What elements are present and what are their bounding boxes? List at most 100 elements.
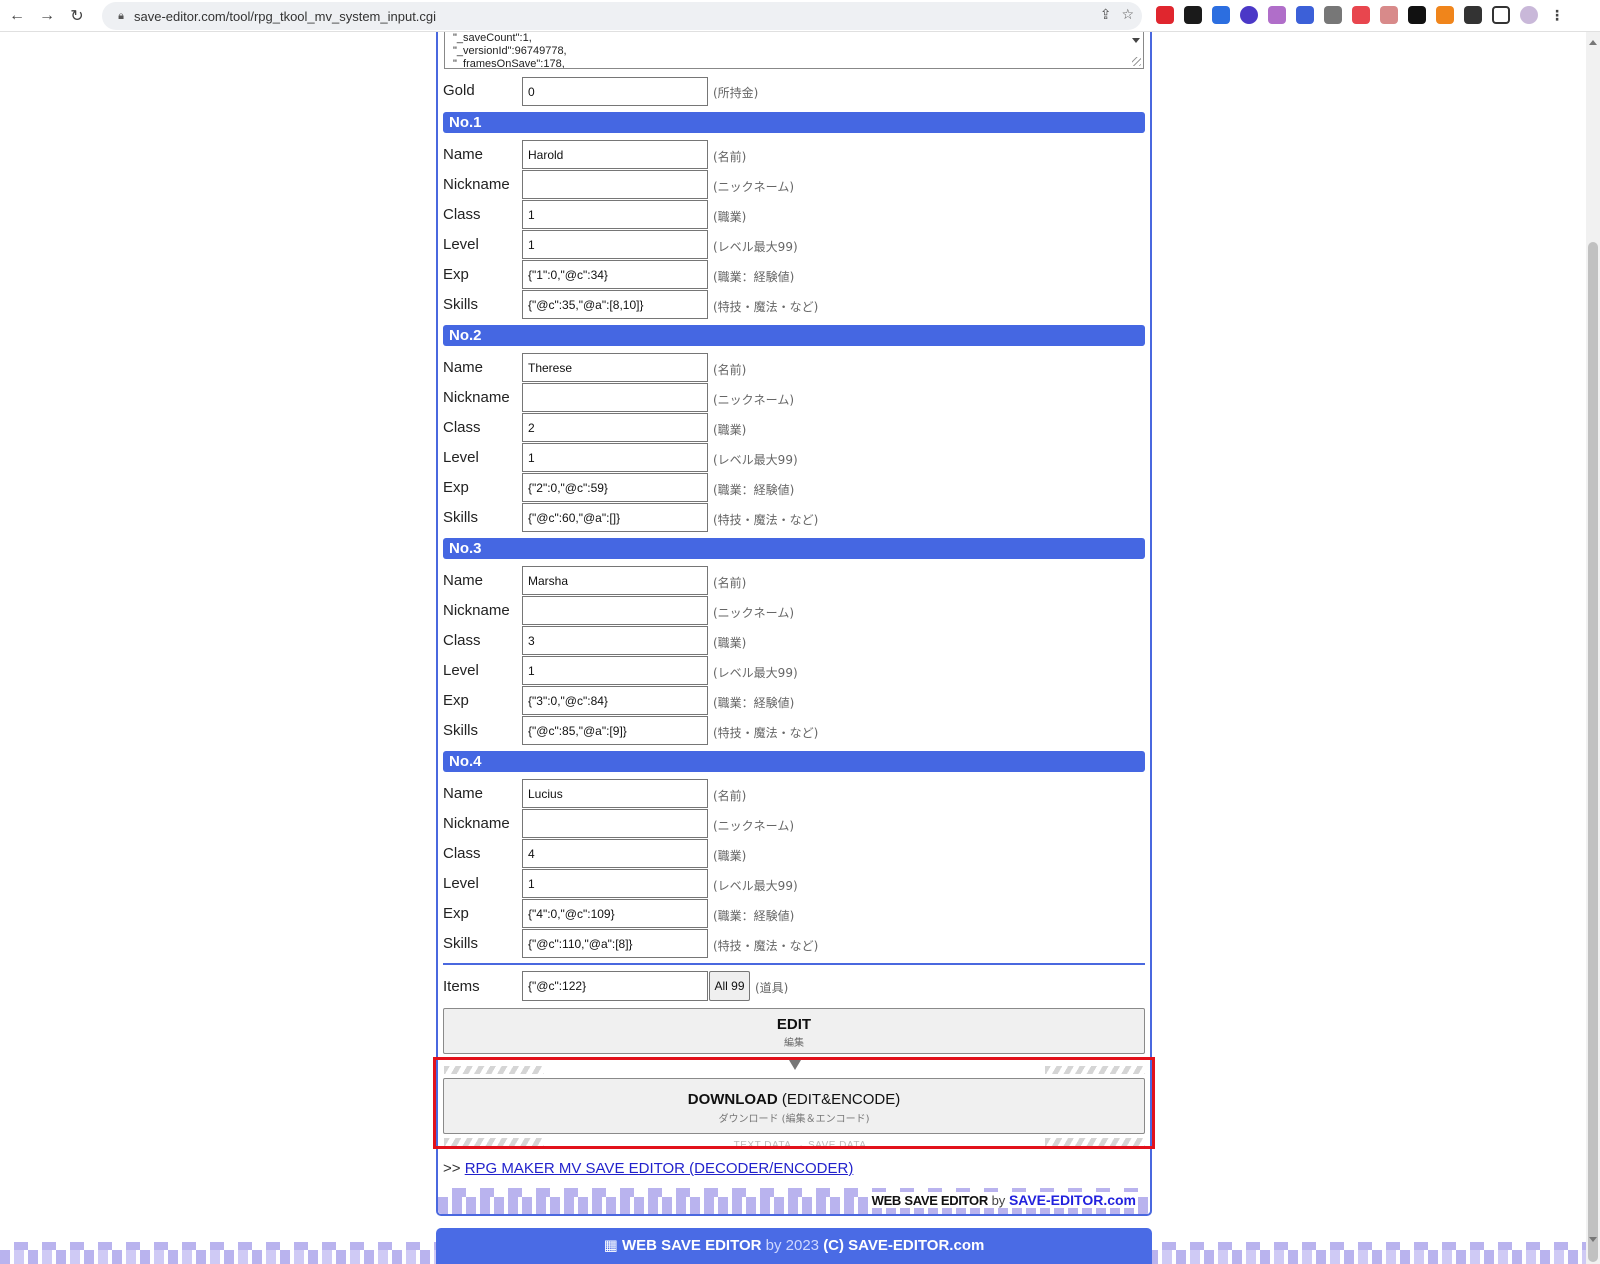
actor-level-input[interactable]: 1 [522,656,708,685]
items-note: (道具) [755,981,789,995]
reload-icon[interactable]: ↻ [64,3,90,29]
actor-nickname-input[interactable] [522,383,708,412]
actor-nickname-input[interactable] [522,809,708,838]
actor-level-input[interactable]: 1 [522,869,708,898]
actor-name-input[interactable]: Marsha [522,566,708,595]
class-note: (職業) [713,636,747,650]
bookmark-star-icon[interactable]: ☆ [1121,6,1134,23]
kebab-menu-icon[interactable]: ⋮ [1548,6,1566,24]
textarea-scroll-down-icon[interactable] [1132,38,1140,43]
actor-exp-input[interactable]: {"3":0,"@c":84} [522,686,708,715]
class-note: (職業) [713,423,747,437]
class-label: Class [443,419,481,436]
extension-icon[interactable] [1352,6,1370,24]
gold-label: Gold [443,82,475,99]
actor-class-input[interactable]: 4 [522,839,708,868]
puzzle-icon[interactable] [1464,6,1482,24]
skills-label: Skills [443,296,479,313]
name-note: (名前) [713,363,747,377]
nickname-label: Nickname [443,815,510,832]
exp-label: Exp [443,692,469,709]
bitwarden-extension-icon[interactable] [1212,6,1230,24]
scroll-down-icon[interactable] [1589,1237,1597,1242]
nickname-label: Nickname [443,389,510,406]
actor-nickname-input[interactable] [522,596,708,625]
footer-brand[interactable]: WEB SAVE EDITOR [622,1237,761,1254]
class-label: Class [443,632,481,649]
skills-note: (特技・魔法・など) [713,939,819,953]
extension-icon[interactable] [1240,6,1258,24]
skills-label: Skills [443,935,479,952]
extension-icon[interactable] [1268,6,1286,24]
site-footer: ▦ WEB SAVE EDITOR by 2023 (C) SAVE-EDITO… [436,1228,1152,1264]
skills-label: Skills [443,509,479,526]
actor-skills-input[interactable]: {"@c":85,"@a":[9]} [522,716,708,745]
edit-button[interactable]: EDIT 編集 [443,1008,1145,1054]
actor-skills-input[interactable]: {"@c":110,"@a":[8]} [522,929,708,958]
actor-nickname-input[interactable] [522,170,708,199]
actor-exp-input[interactable]: {"4":0,"@c":109} [522,899,708,928]
adblock-extension-icon[interactable] [1156,6,1174,24]
grid-icon: ▦ [603,1237,622,1254]
skills-note: (特技・魔法・など) [713,726,819,740]
actor-name-input[interactable]: Therese [522,353,708,382]
back-arrow-icon[interactable]: ← [4,3,30,29]
actor-level-input[interactable]: 1 [522,230,708,259]
panel-brand-name: WEB SAVE EDITOR [871,1193,989,1208]
resize-grip-icon[interactable] [1132,57,1141,66]
exp-label: Exp [443,905,469,922]
actor-name-input[interactable]: Lucius [522,779,708,808]
gold-input[interactable]: 0 [522,77,708,106]
scroll-up-icon[interactable] [1589,40,1597,45]
items-input[interactable]: {"@c":122} [522,971,708,1001]
all-99-button[interactable]: All 99 [709,971,750,1001]
nickname-label: Nickname [443,176,510,193]
forward-arrow-icon[interactable]: → [34,3,60,29]
extension-icon[interactable] [1184,6,1202,24]
level-label: Level [443,449,479,466]
panel-brand[interactable]: WEB SAVE EDITOR by SAVE-EDITOR.com [869,1192,1138,1208]
edit-button-label: EDIT [776,1016,812,1033]
actor-level-input[interactable]: 1 [522,443,708,472]
name-label: Name [443,146,484,163]
panel-brand-site: SAVE-EDITOR.com [1008,1192,1136,1208]
extension-icon[interactable] [1296,6,1314,24]
panel-footer: WEB SAVE EDITOR by SAVE-EDITOR.com [438,1188,1150,1214]
metamask-extension-icon[interactable] [1436,6,1454,24]
download-highlight-box [433,1057,1155,1149]
level-label: Level [443,662,479,679]
sidepanel-icon[interactable] [1492,6,1510,24]
actor-skills-input[interactable]: {"@c":60,"@a":[]} [522,503,708,532]
nickname-note: (ニックネーム) [713,180,795,194]
address-bar[interactable]: 🔒︎ save-editor.com/tool/rpg_tkool_mv_sys… [102,2,1142,30]
extension-icon[interactable] [1324,6,1342,24]
exp-note: (職業：経験値) [713,909,795,923]
name-label: Name [443,359,484,376]
actor-name-input[interactable]: Harold [522,140,708,169]
share-icon[interactable]: ⇪ [1100,6,1112,23]
name-note: (名前) [713,789,747,803]
footer-copyright[interactable]: (C) SAVE-EDITOR.com [823,1237,984,1254]
extensions-bar: ⋮ [1156,6,1566,24]
actor-exp-input[interactable]: {"2":0,"@c":59} [522,473,708,502]
level-note: (レベル最大99) [713,240,798,254]
exp-note: (職業：経験値) [713,483,795,497]
gold-note: (所持金) [713,86,759,100]
actor-class-input[interactable]: 2 [522,413,708,442]
edit-button-sublabel: 編集 [784,1038,804,1049]
avatar[interactable] [1520,6,1538,24]
actor-class-input[interactable]: 3 [522,626,708,655]
panel-brand-by: by [987,1193,1009,1208]
editor-link-line: >> RPG MAKER MV SAVE EDITOR (DECODER/ENC… [443,1160,853,1177]
extension-icon[interactable] [1380,6,1398,24]
actor-exp-input[interactable]: {"1":0,"@c":34} [522,260,708,289]
page-scrollbar[interactable] [1586,32,1600,1264]
save-json-textarea[interactable]: "_saveCount":1, "_versionId":96749778, "… [444,32,1144,69]
rpg-maker-mv-editor-link[interactable]: RPG MAKER MV SAVE EDITOR (DECODER/ENCODE… [465,1160,854,1177]
actor-class-input[interactable]: 1 [522,200,708,229]
url-text: save-editor.com/tool/rpg_tkool_mv_system… [134,8,437,24]
scroll-thumb[interactable] [1588,242,1598,1262]
level-note: (レベル最大99) [713,453,798,467]
extension-icon[interactable] [1408,6,1426,24]
actor-skills-input[interactable]: {"@c":35,"@a":[8,10]} [522,290,708,319]
